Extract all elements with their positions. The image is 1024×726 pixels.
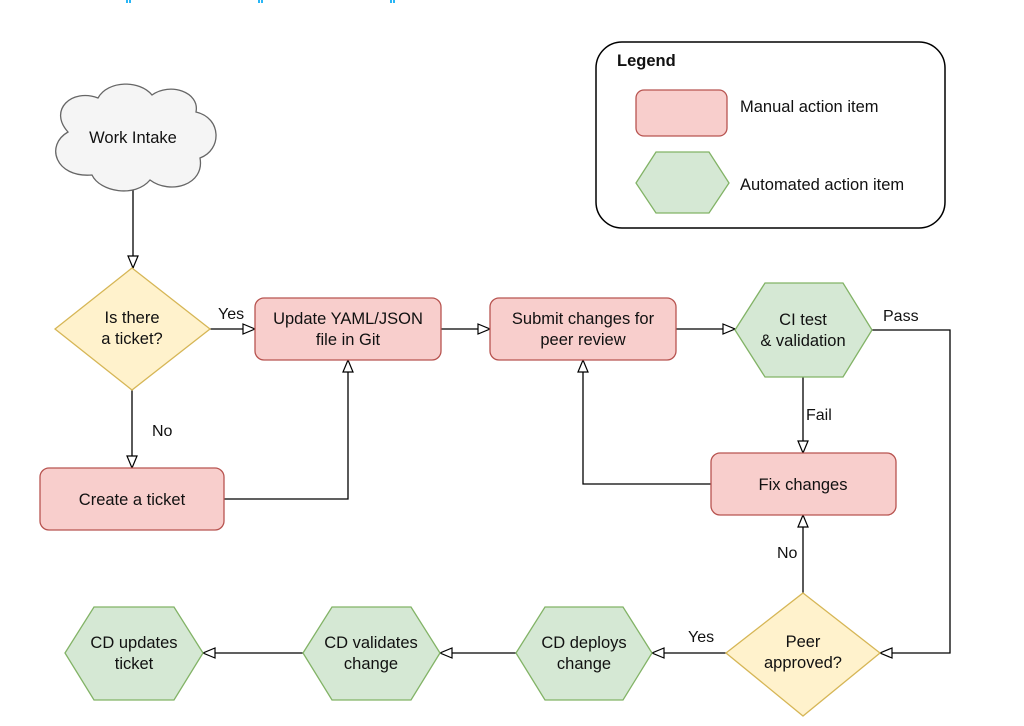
legend-manual-swatch — [635, 89, 728, 137]
node-label: Update YAML/JSON — [273, 310, 423, 328]
node-cd-validates: CD validates change — [302, 606, 441, 701]
node-label: & validation — [760, 332, 845, 350]
node-label: Is there — [104, 309, 159, 327]
node-ci-test: CI test & validation — [734, 282, 873, 378]
node-label: CI test — [779, 311, 827, 329]
node-label: a ticket? — [101, 330, 162, 348]
legend-title: Legend — [617, 52, 676, 70]
node-fix-changes: Fix changes — [710, 452, 897, 516]
edge-label-yes-peer: Yes — [688, 629, 714, 646]
flowchart: Yes No Pass Fail No Yes Work Intake Is t… — [39, 0, 951, 717]
node-create-ticket: Create a ticket — [39, 467, 225, 531]
legend: Legend Manual action item Automated acti… — [595, 41, 946, 229]
node-label: change — [557, 655, 611, 673]
legend-manual-label: Manual action item — [740, 98, 879, 116]
node-work-intake: Work Intake — [55, 83, 217, 192]
node-is-there-a-ticket: Is there a ticket? — [53, 267, 212, 391]
edge-create-to-update — [224, 360, 348, 500]
legend-automated-label: Automated action item — [740, 176, 904, 194]
node-label: file in Git — [316, 331, 381, 349]
node-submit-changes: Submit changes for peer review — [489, 297, 677, 361]
edge-label-no: No — [152, 423, 173, 440]
legend-automated-swatch — [635, 151, 730, 214]
edge-label-fail: Fail — [806, 407, 832, 424]
node-label: change — [344, 655, 398, 673]
edge-fix-to-submit — [583, 360, 711, 485]
top-cutoff-marks — [126, 0, 395, 3]
node-label: CD deploys — [541, 634, 626, 652]
edge-label-pass: Pass — [883, 308, 919, 325]
node-label: peer review — [540, 331, 625, 349]
node-label: Work Intake — [89, 129, 177, 147]
node-cd-deploys: CD deploys change — [515, 606, 653, 701]
node-cd-updates-ticket: CD updates ticket — [64, 606, 204, 701]
node-label: Create a ticket — [79, 491, 186, 509]
node-label: CD updates — [90, 634, 177, 652]
edge-label-yes: Yes — [218, 306, 244, 323]
node-label: ticket — [115, 655, 154, 673]
node-peer-approved: Peer approved? — [724, 592, 882, 717]
node-update-yaml-json: Update YAML/JSON file in Git — [254, 297, 442, 361]
node-label: Submit changes for — [512, 310, 655, 328]
node-label: approved? — [764, 654, 842, 672]
node-label: CD validates — [324, 634, 418, 652]
node-label: Peer — [786, 633, 821, 651]
node-label: Fix changes — [759, 476, 848, 494]
edge-label-no-peer: No — [777, 545, 798, 562]
